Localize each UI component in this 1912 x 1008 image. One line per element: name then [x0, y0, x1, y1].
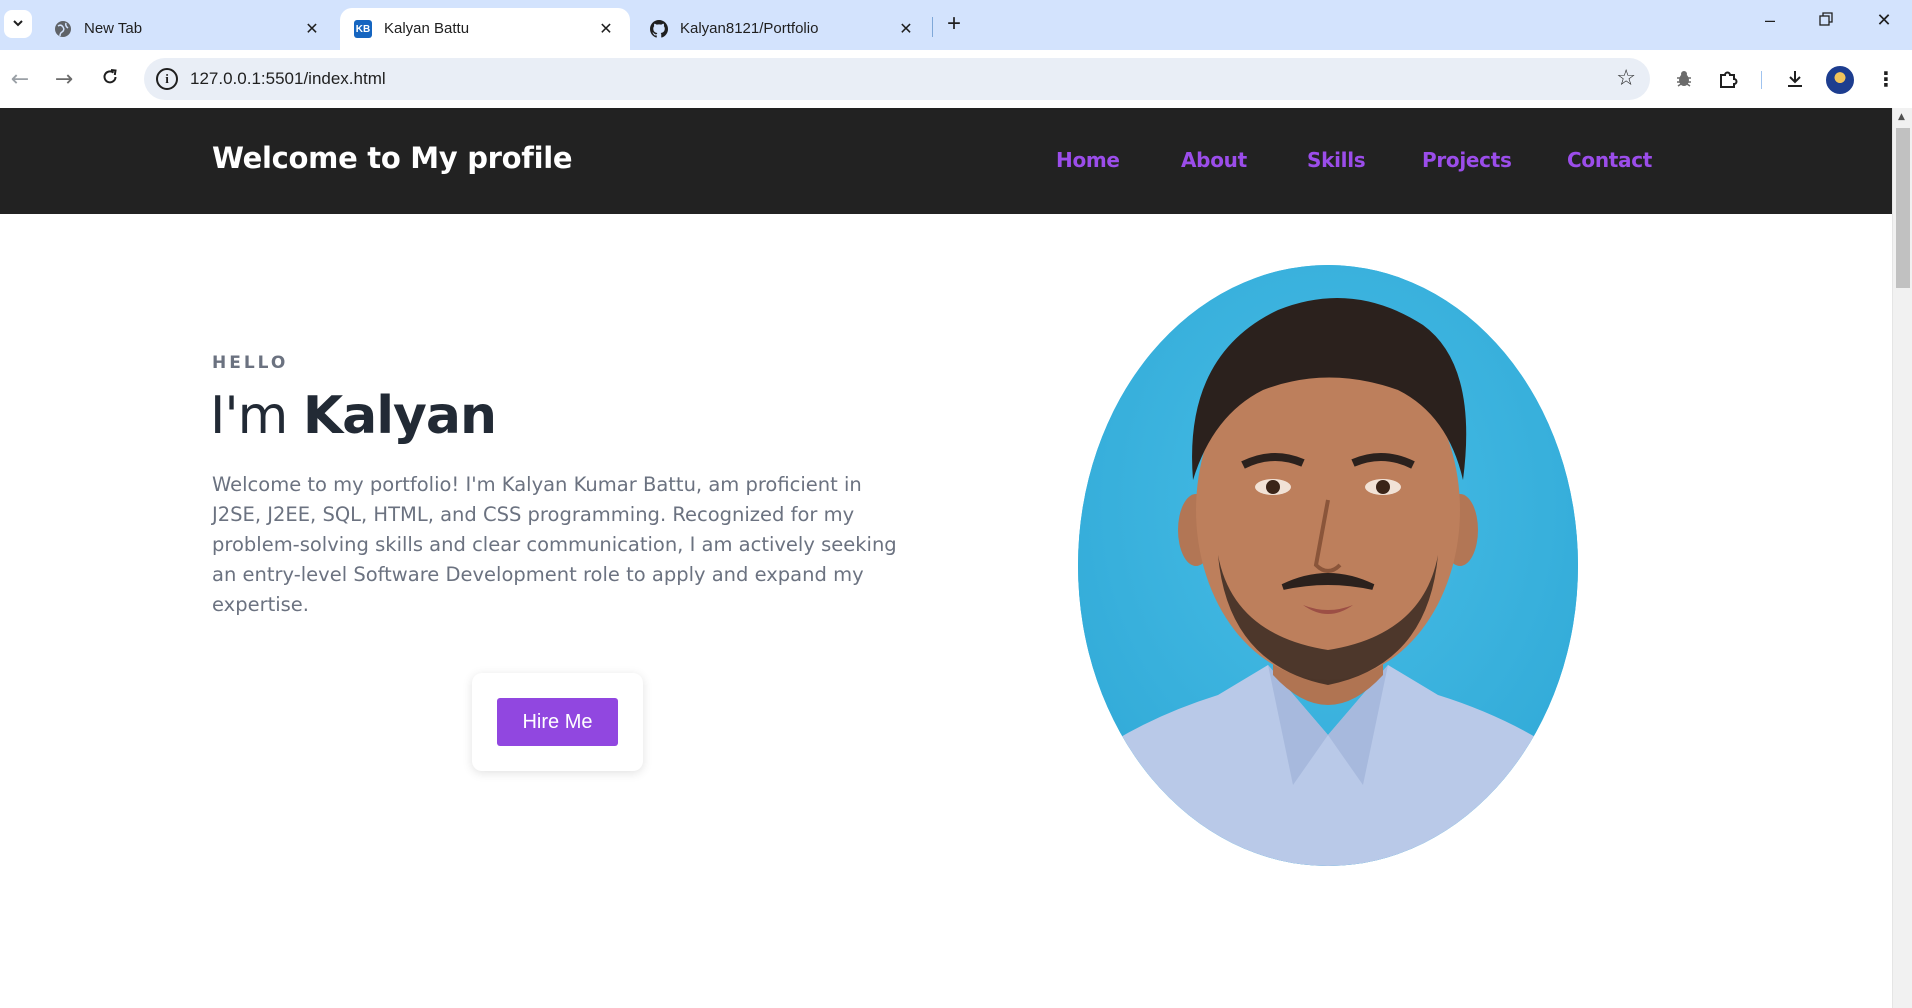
close-window-button[interactable]: ✕ — [1864, 10, 1904, 31]
github-icon — [650, 20, 668, 38]
minimize-button[interactable]: – — [1750, 10, 1790, 31]
tab-kalyan-battu[interactable]: KB Kalyan Battu ✕ — [340, 8, 630, 50]
tab-search-button[interactable] — [4, 10, 32, 38]
page-scrollbar[interactable]: ▲ — [1892, 108, 1912, 1008]
restore-icon — [1819, 10, 1833, 30]
nav-projects[interactable]: Projects — [1422, 148, 1512, 172]
address-bar[interactable]: i 127.0.0.1:5501/index.html ☆ — [144, 58, 1650, 100]
favicon-text: KB — [355, 23, 371, 35]
headline-name: Kalyan — [302, 386, 497, 446]
extension-bug-icon[interactable] — [1668, 63, 1700, 95]
arrow-left-icon: ← — [10, 66, 30, 92]
hire-card: Hire Me — [472, 673, 643, 771]
plus-icon: + — [946, 10, 961, 37]
restore-button[interactable] — [1806, 10, 1846, 31]
hero-intro: Welcome to my portfolio! I'm Kalyan Kuma… — [212, 473, 897, 616]
browser-tab-strip: New Tab ✕ KB Kalyan Battu ✕ Kalyan8121/P… — [0, 0, 1912, 50]
close-icon[interactable]: ✕ — [896, 19, 916, 39]
profile-photo — [1078, 265, 1578, 866]
chevron-down-icon — [11, 15, 25, 34]
reload-icon — [101, 67, 119, 92]
page-viewport: Welcome to My profile Home About Skills … — [0, 108, 1892, 1008]
headline-prefix: I'm — [210, 386, 303, 446]
nav-home[interactable]: Home — [1056, 148, 1120, 172]
close-icon: ✕ — [1876, 10, 1892, 30]
profile-avatar[interactable] — [1826, 66, 1854, 94]
site-brand[interactable]: Welcome to My profile — [212, 141, 573, 175]
menu-kebab-icon[interactable]: ⋮ — [1870, 63, 1902, 95]
tab-separator — [932, 17, 933, 37]
site-header: Welcome to My profile Home About Skills … — [0, 108, 1892, 214]
toolbar-separator — [1761, 71, 1762, 89]
tab-github-portfolio[interactable]: Kalyan8121/Portfolio ✕ — [636, 8, 930, 50]
nav-skills[interactable]: Skills — [1307, 148, 1366, 172]
nav-about[interactable]: About — [1181, 148, 1247, 172]
hero-kicker: HELLO — [212, 353, 289, 373]
forward-button[interactable]: → — [48, 63, 80, 95]
url-text[interactable]: 127.0.0.1:5501/index.html — [190, 69, 386, 89]
kb-logo-icon: KB — [354, 20, 372, 38]
new-tab-button[interactable]: + — [940, 10, 968, 38]
tab-title: New Tab — [84, 20, 143, 37]
hire-me-button[interactable]: Hire Me — [497, 698, 618, 746]
hero-headline: I'm Kalyan — [210, 386, 497, 446]
arrow-right-icon: → — [54, 66, 74, 92]
scroll-up-icon[interactable]: ▲ — [1898, 112, 1905, 122]
extensions-puzzle-icon[interactable] — [1712, 63, 1744, 95]
globe-icon — [54, 20, 72, 38]
tab-title: Kalyan Battu — [384, 20, 470, 37]
back-button[interactable]: ← — [4, 63, 36, 95]
minimize-icon: – — [1764, 10, 1775, 30]
scrollbar-thumb[interactable] — [1896, 128, 1910, 288]
browser-toolbar: ← → i 127.0.0.1:5501/index.html ☆ ⋮ — [0, 50, 1912, 108]
tab-title: Kalyan8121/Portfolio — [680, 20, 819, 37]
close-icon[interactable]: ✕ — [302, 19, 322, 39]
downloads-icon[interactable] — [1779, 63, 1811, 95]
nav-contact[interactable]: Contact — [1567, 148, 1652, 172]
reload-button[interactable] — [94, 63, 126, 95]
site-info-icon[interactable]: i — [156, 68, 178, 90]
close-icon[interactable]: ✕ — [596, 19, 616, 39]
tab-new-tab[interactable]: New Tab ✕ — [40, 8, 336, 50]
bookmark-star-icon[interactable]: ☆ — [1616, 66, 1636, 91]
